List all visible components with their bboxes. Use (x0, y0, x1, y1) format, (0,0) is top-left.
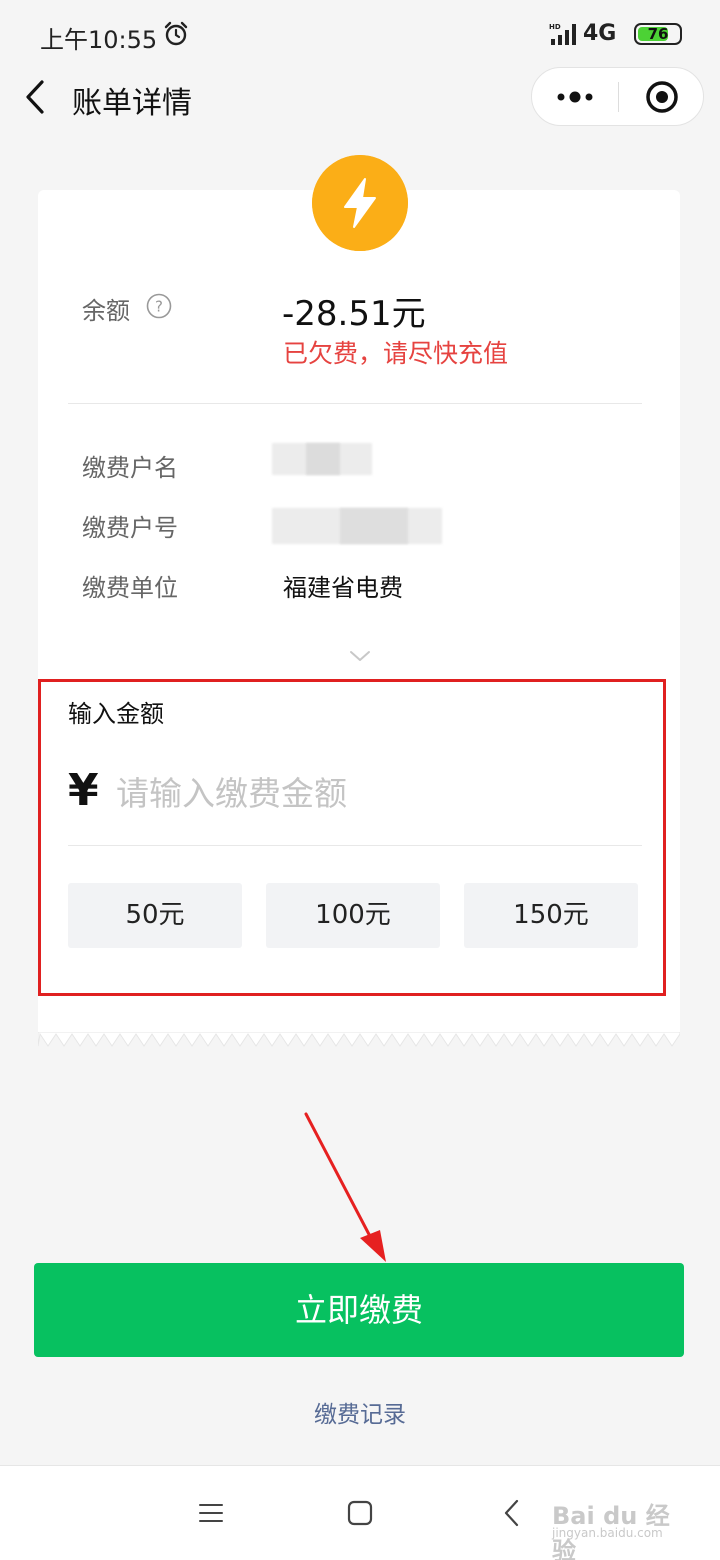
amount-divider (68, 845, 642, 846)
back-arrow-icon[interactable] (20, 76, 50, 118)
status-bar: 上午10:55 HD 4G 76 (0, 0, 720, 70)
account-number-label: 缴费户号 (82, 514, 178, 542)
preset-amount-50[interactable]: 50元 (68, 883, 242, 948)
menu-lines-icon[interactable] (196, 1498, 226, 1528)
question-circle-icon[interactable]: ? (146, 293, 172, 319)
close-target-icon[interactable] (619, 68, 705, 125)
account-name-label: 缴费户名 (82, 454, 178, 482)
watermark-url: jingyan.baidu.com (552, 1526, 663, 1540)
lightning-bolt-icon (312, 155, 408, 251)
status-time: 上午10:55 (40, 26, 158, 54)
signal-strength-icon: HD (549, 23, 576, 45)
amount-section-title: 输入金额 (68, 700, 164, 728)
chevron-down-icon[interactable] (348, 648, 372, 664)
svg-text:?: ? (155, 298, 163, 316)
redacted-account-number-shade (340, 508, 408, 544)
preset-amount-100[interactable]: 100元 (266, 883, 440, 948)
preset-amount-150[interactable]: 150元 (464, 883, 638, 948)
balance-value: -28.51元 (282, 294, 426, 334)
battery-level: 76 (647, 25, 669, 43)
page-title: 账单详情 (72, 86, 192, 121)
billing-unit-label: 缴费单位 (82, 574, 178, 602)
receipt-zigzag-edge (38, 1032, 680, 1047)
system-back-icon[interactable] (500, 1496, 524, 1530)
pay-now-button[interactable]: 立即缴费 (34, 1263, 684, 1357)
billing-unit-value: 福建省电费 (283, 574, 403, 602)
bill-detail-page: 上午10:55 HD 4G 76 账单详情 余额 ? -28.51元 已欠费，请… (0, 0, 720, 1560)
annotation-arrow-icon (304, 1112, 386, 1262)
baidu-jingyan-watermark: Bai du 经验 jingyan.baidu.com (552, 1496, 682, 1560)
home-square-icon[interactable] (345, 1498, 375, 1528)
amount-input[interactable] (116, 766, 636, 820)
more-dots-icon[interactable] (532, 68, 618, 125)
network-type: 4G (583, 21, 617, 46)
redacted-account-name-shade (306, 443, 340, 475)
alarm-clock-icon (164, 21, 188, 46)
signal-hd-tag: HD (549, 23, 561, 31)
section-divider (68, 403, 642, 404)
yuan-currency-icon: ¥ (68, 765, 99, 816)
payment-history-link[interactable]: 缴费记录 (0, 1395, 720, 1429)
arrears-warning: 已欠费，请尽快充值 (283, 339, 509, 368)
battery-icon: 76 (634, 23, 682, 45)
balance-label: 余额 (82, 297, 130, 325)
system-nav-bar: Bai du 经验 jingyan.baidu.com (0, 1465, 720, 1560)
mini-program-capsule (531, 67, 704, 126)
